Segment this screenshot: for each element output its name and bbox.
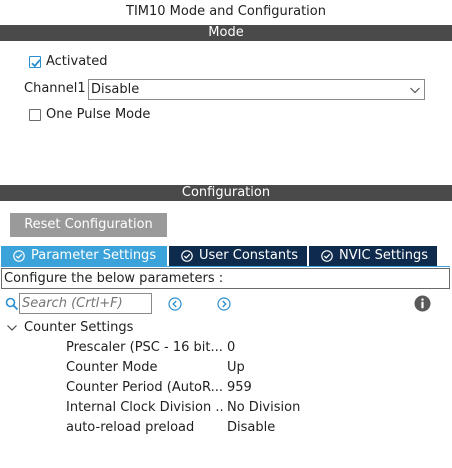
- param-value-counter-period[interactable]: 959: [227, 380, 252, 395]
- tab-nvic-settings[interactable]: NVIC Settings: [309, 246, 437, 266]
- param-value-prescaler[interactable]: 0: [227, 340, 235, 355]
- window-title: TIM10 Mode and Configuration: [126, 4, 326, 19]
- tab-user-constants[interactable]: User Constants: [169, 246, 307, 266]
- activated-checkbox[interactable]: [29, 56, 41, 68]
- tab-parameter-settings-label: Parameter Settings: [31, 248, 157, 263]
- param-value-clock-division[interactable]: No Division: [227, 400, 300, 415]
- config-tabbar: Parameter Settings User Constants NVIC S…: [1, 246, 452, 267]
- chevron-down-icon[interactable]: [6, 322, 18, 334]
- activated-label: Activated: [46, 54, 108, 69]
- param-name-prescaler[interactable]: Prescaler (PSC - 16 bit...: [66, 340, 223, 355]
- tab-parameter-settings[interactable]: Parameter Settings: [1, 246, 167, 266]
- search-icon: [5, 297, 19, 311]
- previous-result-icon[interactable]: [168, 297, 182, 311]
- param-value-auto-reload[interactable]: Disable: [227, 420, 275, 435]
- check-circle-icon: [321, 250, 333, 262]
- param-value-counter-mode[interactable]: Up: [227, 360, 245, 375]
- one-pulse-mode-label: One Pulse Mode: [46, 107, 151, 122]
- param-name-counter-period[interactable]: Counter Period (AutoR...: [66, 380, 223, 395]
- configuration-section-header: Configuration: [0, 185, 452, 201]
- tab-user-constants-label: User Constants: [199, 248, 298, 263]
- counter-settings-group[interactable]: Counter Settings: [24, 320, 133, 335]
- reset-configuration-button[interactable]: Reset Configuration: [10, 213, 167, 237]
- search-input[interactable]: [19, 293, 152, 314]
- parameters-description-text: Configure the below parameters :: [4, 271, 224, 286]
- mode-section-header: Mode: [0, 25, 452, 41]
- check-icon: [31, 59, 41, 68]
- info-icon[interactable]: [414, 295, 431, 312]
- param-name-counter-mode[interactable]: Counter Mode: [66, 360, 223, 375]
- tab-nvic-settings-label: NVIC Settings: [339, 248, 428, 263]
- param-name-auto-reload[interactable]: auto-reload preload: [66, 420, 223, 435]
- chevron-down-icon: [410, 87, 420, 94]
- param-name-clock-division[interactable]: Internal Clock Division ...: [66, 400, 223, 415]
- check-circle-icon: [181, 250, 193, 262]
- one-pulse-mode-checkbox[interactable]: [29, 109, 41, 121]
- channel1-select[interactable]: Disable: [88, 79, 425, 100]
- tab-underline: [1, 266, 450, 267]
- channel1-select-value: Disable: [91, 82, 140, 97]
- next-result-icon[interactable]: [217, 297, 231, 311]
- check-circle-icon: [13, 250, 25, 262]
- parameters-description: Configure the below parameters :: [1, 268, 450, 289]
- channel1-label: Channel1: [24, 81, 86, 96]
